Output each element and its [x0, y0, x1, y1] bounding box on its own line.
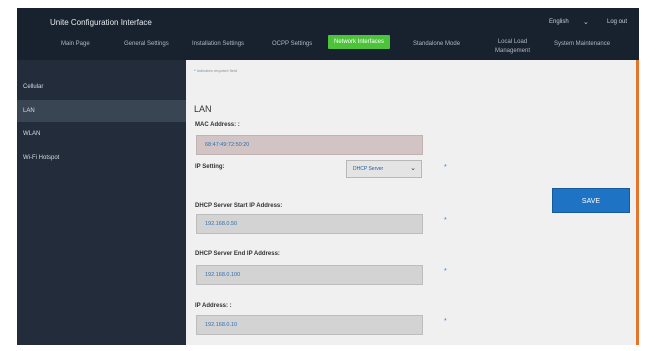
ip-address-label: IP Address: :: [195, 303, 232, 309]
sidebar-item-lan[interactable]: LAN: [17, 100, 186, 122]
nav-standalone-mode[interactable]: Standalone Mode: [413, 41, 460, 47]
chevron-down-icon[interactable]: ⌄: [583, 18, 589, 26]
ip-setting-value: DHCP Server: [353, 166, 384, 172]
dhcp-end-label: DHCP Server End IP Address:: [195, 251, 280, 257]
language-select[interactable]: English: [549, 19, 569, 25]
nav-local-load-management[interactable]: Local Load Management: [495, 38, 530, 56]
sidebar-item-wlan[interactable]: WLAN: [17, 123, 186, 145]
nav-local-load-line2: Management: [495, 48, 531, 54]
app-window: Unite Configuration Interface English ⌄ …: [17, 8, 639, 345]
required-asterisk: *: [444, 318, 447, 325]
nav-system-maintenance[interactable]: System Maintenance: [554, 41, 610, 47]
sidebar-item-wifi-hotspot[interactable]: Wi-Fi Hotspot: [17, 147, 186, 169]
nav-local-load-line1: Local Load: [497, 39, 528, 45]
required-asterisk: *: [444, 164, 447, 171]
main-content: * Indicates required field LAN MAC Addre…: [186, 60, 639, 345]
ip-setting-select[interactable]: DHCP Server ⌄: [346, 160, 422, 178]
app-title: Unite Configuration Interface: [50, 18, 152, 27]
nav-general-settings[interactable]: General Settings: [124, 41, 169, 47]
nav-ocpp-settings[interactable]: OCPP Settings: [272, 41, 312, 47]
required-asterisk: *: [444, 217, 447, 224]
ip-setting-label: IP Setting:: [195, 164, 225, 170]
save-button[interactable]: SAVE: [552, 188, 630, 213]
scrollbar[interactable]: [636, 60, 639, 345]
required-field-note: * Indicates required field: [194, 68, 237, 73]
mac-address-label: MAC Address: :: [195, 122, 240, 128]
required-note-text: Indicates required field: [196, 68, 237, 73]
dhcp-start-input[interactable]: 192.168.0.50: [196, 214, 423, 234]
ip-address-input[interactable]: 192.168.0.10: [196, 315, 423, 335]
required-star: *: [194, 68, 196, 73]
sidebar-item-cellular[interactable]: Cellular: [17, 76, 186, 98]
nav-network-interfaces[interactable]: Network Interfaces: [328, 35, 391, 49]
mac-address-field: 68:47:49:72:50:20: [196, 135, 423, 155]
nav-installation-settings[interactable]: Installation Settings: [192, 41, 244, 47]
section-title: LAN: [194, 104, 212, 114]
sidebar: Cellular LAN WLAN Wi-Fi Hotspot: [17, 60, 186, 345]
logout-link[interactable]: Log out: [607, 19, 627, 25]
dhcp-end-input[interactable]: 192.168.0.100: [196, 265, 423, 285]
nav-main-page[interactable]: Main Page: [61, 41, 90, 47]
top-navigation-bar: Unite Configuration Interface English ⌄ …: [17, 8, 639, 60]
dhcp-start-label: DHCP Server Start IP Address:: [195, 203, 283, 209]
chevron-down-icon: ⌄: [410, 165, 416, 172]
required-asterisk: *: [444, 268, 447, 275]
